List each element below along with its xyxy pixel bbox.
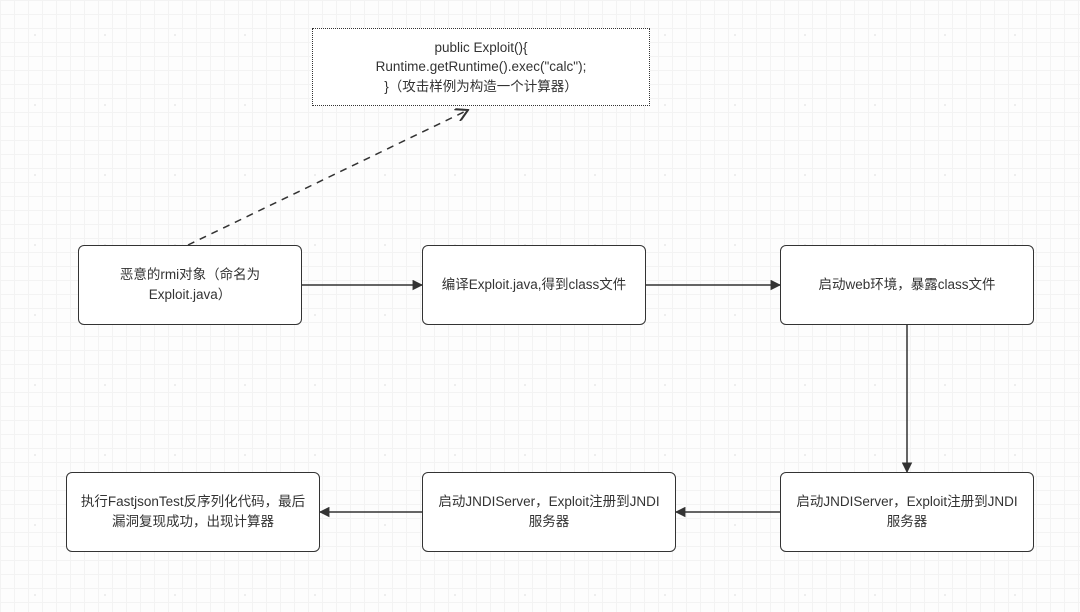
node-step1-label: 恶意的rmi对象（命名为Exploit.java） [89,265,291,304]
node-step6: 执行FastjsonTest反序列化代码，最后漏洞复现成功，出现计算器 [66,472,320,552]
node-step2: 编译Exploit.java,得到class文件 [422,245,646,325]
node-step5-label: 启动JNDIServer，Exploit注册到JNDI服务器 [433,492,665,531]
callout-line1: public Exploit(){ [434,40,527,55]
callout-line3: }（攻击样例为构造一个计算器） [384,79,578,94]
node-step1: 恶意的rmi对象（命名为Exploit.java） [78,245,302,325]
edge-step1-callout [188,110,468,245]
node-step3-label: 启动web环境，暴露class文件 [818,275,995,295]
node-step5: 启动JNDIServer，Exploit注册到JNDI服务器 [422,472,676,552]
node-step4-label: 启动JNDIServer，Exploit注册到JNDI服务器 [791,492,1023,531]
callout-line2: Runtime.getRuntime().exec("calc"); [376,59,587,74]
node-step6-label: 执行FastjsonTest反序列化代码，最后漏洞复现成功，出现计算器 [77,492,309,531]
node-step2-label: 编译Exploit.java,得到class文件 [442,275,627,295]
diagram-canvas: public Exploit(){ Runtime.getRuntime().e… [0,0,1080,612]
node-step3: 启动web环境，暴露class文件 [780,245,1034,325]
callout-note: public Exploit(){ Runtime.getRuntime().e… [312,28,650,106]
node-step4: 启动JNDIServer，Exploit注册到JNDI服务器 [780,472,1034,552]
